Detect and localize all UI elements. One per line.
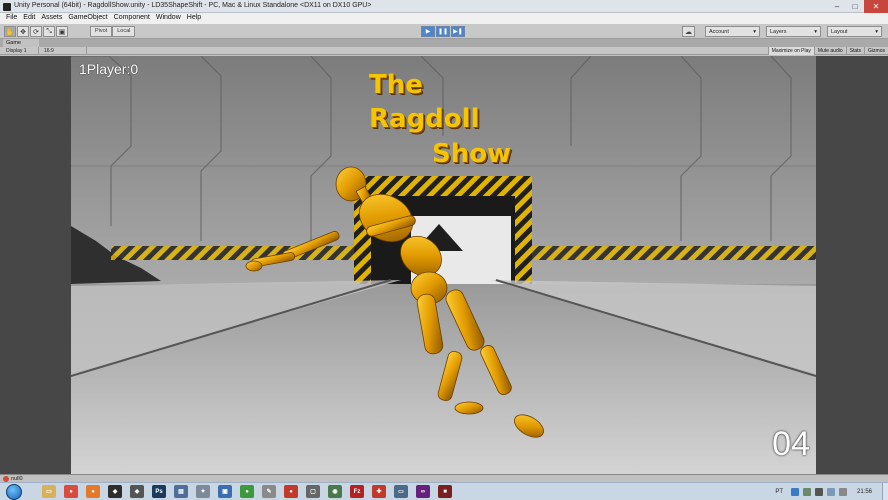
player-score: 1Player:0 bbox=[79, 61, 139, 77]
chevron-down-icon: ▾ bbox=[875, 28, 878, 35]
close-button[interactable]: ✕ bbox=[864, 0, 888, 13]
hazard-stripe-right bbox=[531, 246, 816, 260]
windows-taskbar: ▭ ● ● ◆ ◆ Ps ▤ ✦ ▣ ● ✎ ● ▢ ◉ Fz ✚ ▭ ∞ ■ PT 21:56 bbox=[0, 482, 888, 500]
taskbar-apps: ▭ ● ● ◆ ◆ Ps ▤ ✦ ▣ ● ✎ ● ▢ ◉ Fz ✚ ▭ ∞ ■ bbox=[42, 485, 460, 498]
taskbar-app-box-icon[interactable]: ▢ bbox=[306, 485, 320, 498]
window-title: Unity Personal (64bit) - RagdollShow.uni… bbox=[14, 2, 372, 9]
language-indicator[interactable]: PT bbox=[775, 489, 783, 495]
mute-audio-toggle[interactable]: Mute audio bbox=[813, 47, 846, 55]
taskbar-chrome-icon[interactable]: ● bbox=[64, 485, 78, 498]
taskbar-visual-studio-icon[interactable]: ∞ bbox=[416, 485, 430, 498]
gizmos-dropdown[interactable]: Gizmos bbox=[864, 47, 888, 55]
taskbar-app-doc-icon[interactable]: ▤ bbox=[174, 485, 188, 498]
network-icon[interactable] bbox=[790, 488, 799, 496]
taskbar-firefox-icon[interactable]: ● bbox=[86, 485, 100, 498]
layers-label: Layers bbox=[770, 28, 787, 35]
rotate-tool-icon[interactable]: ⟳ bbox=[30, 26, 42, 37]
status-bar: null0 bbox=[0, 474, 888, 482]
hand-tool-icon[interactable]: ✋ bbox=[4, 26, 16, 37]
move-tool-icon[interactable]: ✥ bbox=[17, 26, 29, 37]
layers-dropdown[interactable]: Layers ▾ bbox=[766, 26, 821, 37]
stats-toggle[interactable]: Stats bbox=[845, 47, 864, 55]
scale-tool-icon[interactable]: ⤡ bbox=[43, 26, 55, 37]
hazard-stripe-left bbox=[111, 246, 361, 260]
pivot-toggle[interactable]: Pivot bbox=[90, 26, 113, 37]
taskbar-app-dark-icon[interactable]: ■ bbox=[438, 485, 452, 498]
maximize-button[interactable]: □ bbox=[846, 0, 864, 13]
menu-file[interactable]: File bbox=[3, 13, 20, 24]
menu-edit[interactable]: Edit bbox=[20, 13, 38, 24]
play-icon[interactable]: ▶ bbox=[421, 26, 435, 37]
pivot-controls: Pivot Local bbox=[90, 26, 136, 37]
system-tray: PT 21:56 bbox=[775, 483, 888, 500]
show-desktop-button[interactable] bbox=[882, 483, 888, 500]
toolbar-right: ☁ Account ▾ Layers ▾ Layout ▾ bbox=[682, 26, 882, 37]
aspect-select[interactable]: 16:9 bbox=[41, 47, 87, 55]
step-icon[interactable]: ▶❚ bbox=[451, 26, 465, 37]
taskbar-unity-icon[interactable]: ◆ bbox=[108, 485, 122, 498]
taskbar-app-window-icon[interactable]: ▣ bbox=[218, 485, 232, 498]
taskbar-photoshop-icon[interactable]: Ps bbox=[152, 485, 166, 498]
account-dropdown[interactable]: Account ▾ bbox=[705, 26, 760, 37]
taskbar-unity-alt-icon[interactable]: ◆ bbox=[130, 485, 144, 498]
taskbar-filezilla-icon[interactable]: Fz bbox=[350, 485, 364, 498]
chevron-down-icon: ▾ bbox=[814, 28, 817, 35]
local-toggle[interactable]: Local bbox=[112, 26, 136, 37]
taskbar-app-red-icon[interactable]: ● bbox=[284, 485, 298, 498]
logo-line-1: The bbox=[369, 70, 423, 100]
start-button[interactable] bbox=[6, 484, 22, 500]
window-controls: – □ ✕ bbox=[828, 0, 888, 13]
window-titlebar: Unity Personal (64bit) - RagdollShow.uni… bbox=[0, 0, 888, 13]
layout-dropdown[interactable]: Layout ▾ bbox=[827, 26, 882, 37]
game-view[interactable]: 1Player:0 The Ragdoll Show 04 bbox=[71, 56, 816, 474]
taskbar-app-green-icon[interactable]: ● bbox=[240, 485, 254, 498]
minimize-button[interactable]: – bbox=[828, 0, 846, 13]
menu-gameobject[interactable]: GameObject bbox=[65, 13, 110, 24]
clock[interactable]: 21:56 bbox=[857, 489, 872, 495]
game-view-options: Maximize on Play Mute audio Stats Gizmos bbox=[767, 47, 888, 55]
taskbar-app-tool-icon[interactable]: ✎ bbox=[262, 485, 276, 498]
menu-help[interactable]: Help bbox=[184, 13, 204, 24]
display-select[interactable]: Display 1 bbox=[3, 47, 39, 55]
round-timer: 04 bbox=[772, 425, 810, 463]
main-toolbar: ✋ ✥ ⟳ ⤡ ▣ Pivot Local ▶ ❚❚ ▶❚ ☁ Account … bbox=[0, 24, 888, 39]
menu-assets[interactable]: Assets bbox=[38, 13, 65, 24]
taskbar-app-people-icon[interactable]: ✦ bbox=[196, 485, 210, 498]
taskbar-app-puzzle-icon[interactable]: ✚ bbox=[372, 485, 386, 498]
maximize-on-play-toggle[interactable]: Maximize on Play bbox=[767, 47, 814, 55]
rect-tool-icon[interactable]: ▣ bbox=[56, 26, 68, 37]
taskbar-app-monitor-icon[interactable]: ▭ bbox=[394, 485, 408, 498]
game-view-controls: Display 1 16:9 Maximize on Play Mute aud… bbox=[0, 47, 888, 55]
play-controls: ▶ ❚❚ ▶❚ bbox=[421, 26, 466, 37]
menu-window[interactable]: Window bbox=[153, 13, 184, 24]
taskbar-explorer-icon[interactable]: ▭ bbox=[42, 485, 56, 498]
taskbar-app-eye-icon[interactable]: ◉ bbox=[328, 485, 342, 498]
logo-line-2: Ragdoll bbox=[369, 104, 480, 134]
game-tabbar: Game bbox=[0, 39, 888, 47]
transform-tools: ✋ ✥ ⟳ ⤡ ▣ bbox=[4, 26, 69, 37]
volume-icon[interactable] bbox=[826, 488, 835, 496]
menu-component[interactable]: Component bbox=[111, 13, 153, 24]
chevron-down-icon: ▾ bbox=[753, 28, 756, 35]
logo-line-3: Show bbox=[432, 139, 512, 169]
cloud-icon[interactable]: ☁ bbox=[682, 26, 695, 37]
flag-icon[interactable] bbox=[802, 488, 811, 496]
account-label: Account bbox=[709, 28, 729, 35]
power-icon[interactable] bbox=[838, 488, 847, 496]
layout-label: Layout bbox=[831, 28, 848, 35]
pause-icon[interactable]: ❚❚ bbox=[436, 26, 450, 37]
monitor-icon[interactable] bbox=[814, 488, 823, 496]
tab-game[interactable]: Game bbox=[3, 39, 39, 47]
unity-app-icon bbox=[3, 3, 11, 11]
menubar: File Edit Assets GameObject Component Wi… bbox=[0, 13, 888, 24]
